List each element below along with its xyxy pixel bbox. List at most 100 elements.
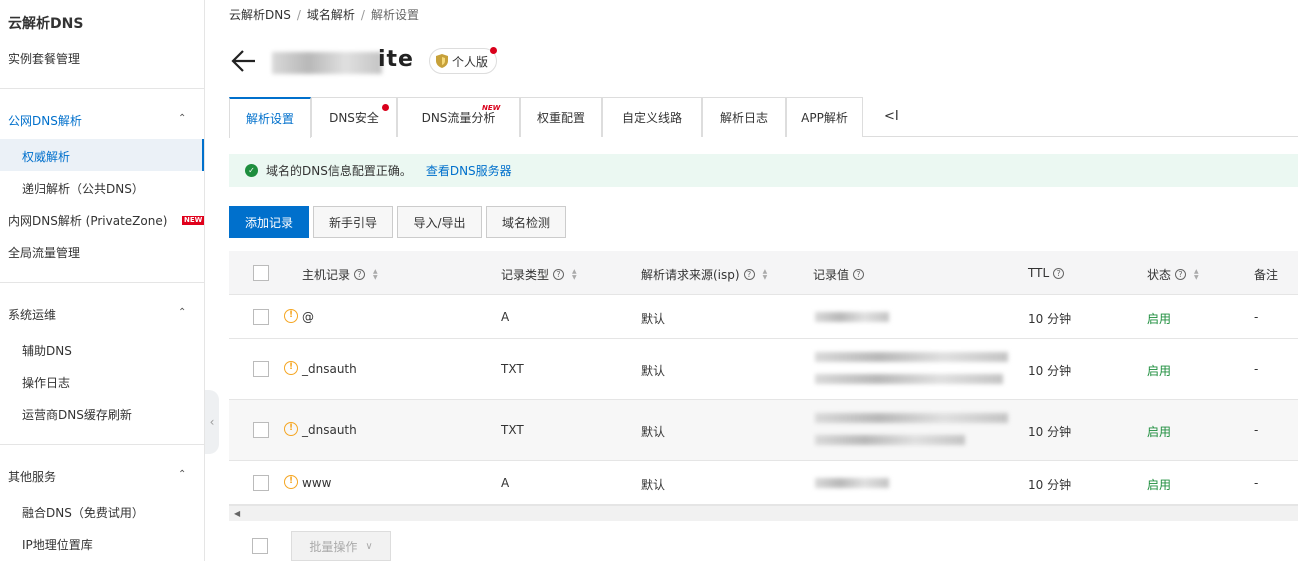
cell-host: www [302,476,332,490]
domain-check-button[interactable]: 域名检测 [486,206,566,238]
table-header: 主机记录? ▲ ▼ 记录类型? ▲ ▼ 解析请求来源(isp)? ▲ ▼ 记录值? TTL?… [229,251,1298,295]
cell-type: TXT [501,362,524,376]
column-ttl: TTL? [1028,266,1065,280]
success-alert: ✓ 域名的DNS信息配置正确。 查看DNS服务器 [229,154,1298,187]
version-badge[interactable]: 个人版 [429,48,498,74]
table-row: ! _dnsauth TXT 默认 10 分钟 启用 - [229,339,1298,400]
redacted-value [815,478,889,488]
notification-dot [490,47,497,54]
redacted-value [815,374,1003,384]
shield-icon [436,54,448,68]
sidebar-item-private-zone[interactable]: 内网DNS解析 (PrivateZone) [8,212,167,229]
table-row: ! @ A 默认 10 分钟 启用 - [229,295,1298,339]
add-record-button[interactable]: 添加记录 [229,206,309,238]
sidebar-title: 云解析DNS [8,16,84,32]
footer-select-all-checkbox[interactable] [252,538,268,554]
chevron-down-icon: ∨ [365,540,373,552]
cell-type: A [501,310,510,324]
cell-ttl: 10 分钟 [1028,478,1072,492]
cell-remark: - [1254,362,1259,376]
tab-dns-security[interactable]: DNS安全 [311,97,397,137]
sidebar-group-ops[interactable]: 系统运维 [8,306,56,323]
tab-dns-traffic[interactable]: DNS流量分析 [397,97,520,137]
view-dns-servers-link[interactable]: 查看DNS服务器 [426,162,512,179]
sidebar: 云解析DNS 实例套餐管理 公网DNS解析 ⌃ 权威解析 递归解析（公共DNS）… [0,0,205,561]
tab-app-resolve[interactable]: APP解析 [786,97,863,137]
sidebar-collapse-handle[interactable]: ‹ [205,390,219,454]
back-arrow-icon[interactable] [229,45,257,77]
cell-type: TXT [501,423,524,437]
sidebar-item-isp-flush[interactable]: 运营商DNS缓存刷新 [22,406,132,423]
redacted-value [815,413,1008,423]
domain-title: ite [378,47,414,72]
sidebar-item-ip-geo[interactable]: IP地理位置库 [22,536,93,553]
select-all-checkbox[interactable] [253,265,269,281]
row-checkbox[interactable] [253,475,269,491]
batch-operations-button[interactable]: 批量操作 ∨ [291,531,391,561]
sort-icon: ▲ ▼ [762,267,768,281]
help-icon: ? [743,269,755,280]
column-remark: 备注 [1254,268,1279,282]
help-icon: ? [553,269,565,280]
horizontal-scrollbar[interactable]: ◀ [229,505,1298,521]
cell-ttl: 10 分钟 [1028,425,1072,439]
help-icon: ? [1175,269,1187,280]
sidebar-group-public-dns[interactable]: 公网DNS解析 [8,112,82,129]
help-icon: ? [853,269,865,280]
sort-icon: ▲ ▼ [373,267,378,281]
scroll-left-icon[interactable]: ◀ [234,509,240,518]
sidebar-item-op-log[interactable]: 操作日志 [22,374,70,391]
cell-host: _dnsauth [302,362,357,376]
sidebar-item-recursive[interactable]: 递归解析（公共DNS） [22,180,144,197]
cell-isp: 默认 [641,425,666,439]
warning-icon[interactable]: ! [284,361,298,375]
help-icon: ? [354,269,366,280]
table-row: ! _dnsauth TXT 默认 10 分钟 启用 - [229,400,1298,461]
import-export-button[interactable]: 导入/导出 [397,206,482,238]
divider [0,444,204,445]
column-status[interactable]: 状态? ▲ ▼ [1147,266,1199,283]
column-isp[interactable]: 解析请求来源(isp)? ▲ ▼ [641,266,767,283]
sidebar-item-instance[interactable]: 实例套餐管理 [8,50,80,67]
redacted-value [815,352,1008,362]
cell-ttl: 10 分钟 [1028,364,1072,378]
guide-button[interactable]: 新手引导 [313,206,393,238]
tab-custom-lines[interactable]: 自定义线路 [602,97,702,137]
tab-weight-config[interactable]: 权重配置 [520,97,602,137]
alert-text: 域名的DNS信息配置正确。 [266,164,412,178]
table-row: ! www A 默认 10 分钟 启用 - [229,461,1298,505]
notification-dot [382,104,389,111]
chevron-up-icon[interactable]: ⌃ [178,113,186,124]
breadcrumb-item[interactable]: 云解析DNS [229,8,291,22]
cell-host: _dnsauth [302,423,357,437]
column-type[interactable]: 记录类型? ▲ ▼ [501,266,577,283]
redacted-value [815,312,889,322]
new-badge: NEW [482,104,501,112]
warning-icon[interactable]: ! [284,475,298,489]
tab-resolve-log[interactable]: 解析日志 [702,97,786,137]
column-host[interactable]: 主机记录? ▲ ▼ [302,266,378,283]
warning-icon[interactable]: ! [284,309,298,323]
breadcrumb-current: 解析设置 [370,8,419,22]
sort-icon: ▲ ▼ [1194,267,1199,281]
sidebar-item-gtm[interactable]: 全局流量管理 [8,244,80,261]
column-value: 记录值? [813,266,865,283]
tab-resolve-settings[interactable]: 解析设置 [229,97,311,138]
breadcrumb-item[interactable]: 域名解析 [307,8,355,22]
divider [0,88,204,89]
sidebar-item-aux-dns[interactable]: 辅助DNS [22,342,72,359]
chevron-up-icon[interactable]: ⌃ [178,307,186,318]
version-label: 个人版 [452,54,489,69]
tab-scroll-icon[interactable]: <I [884,109,899,124]
sidebar-group-other[interactable]: 其他服务 [8,468,56,485]
warning-icon[interactable]: ! [284,422,298,436]
row-checkbox[interactable] [253,361,269,377]
sidebar-item-authoritative[interactable]: 权威解析 [22,148,70,165]
breadcrumb: 云解析DNS / 域名解析 / 解析设置 [229,8,419,22]
sidebar-item-fusion-dns[interactable]: 融合DNS（免费试用） [22,504,144,521]
help-icon: ? [1053,267,1065,279]
row-checkbox[interactable] [253,422,269,438]
cell-status: 启用 [1147,478,1172,492]
chevron-up-icon[interactable]: ⌃ [178,469,186,480]
row-checkbox[interactable] [253,309,269,325]
